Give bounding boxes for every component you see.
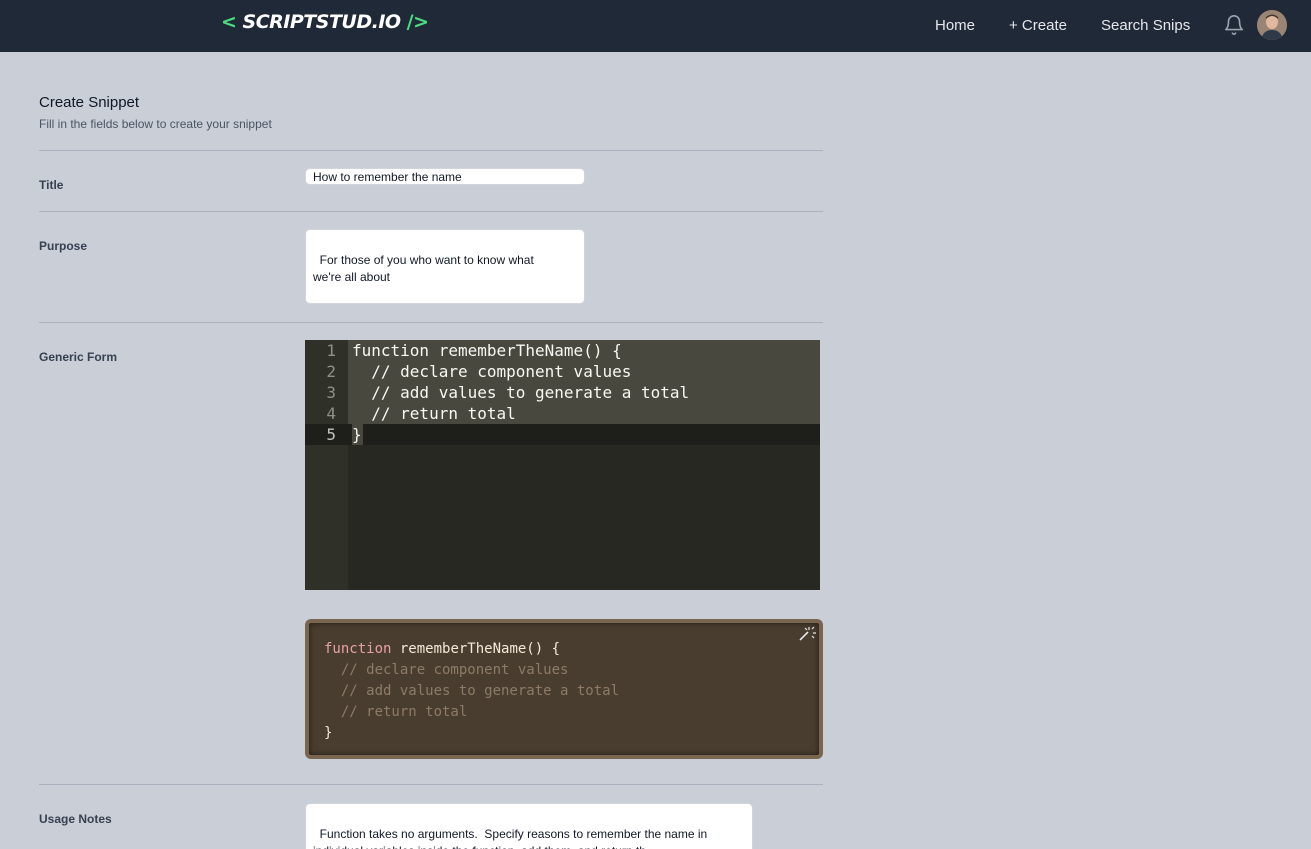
preview-keyword: function xyxy=(324,641,392,657)
line-number: 2 xyxy=(326,362,336,381)
line-number: 3 xyxy=(326,383,336,402)
divider xyxy=(39,211,823,212)
nav-home-link[interactable]: Home xyxy=(935,17,975,34)
logo-close-bracket: /> xyxy=(406,11,429,33)
logo[interactable]: < SCRIPTSTUD.IO /> xyxy=(221,11,429,33)
divider xyxy=(39,150,823,151)
nav-create-link[interactable]: + Create xyxy=(1009,17,1067,34)
purpose-text: For those of you who want to know what w… xyxy=(313,253,534,284)
nav-search-link[interactable]: Search Snips xyxy=(1101,17,1190,34)
logo-open-bracket: < xyxy=(221,11,237,33)
editor-active-line xyxy=(305,424,820,445)
preview-function-name: rememberTheName() { xyxy=(391,641,561,657)
preview-line: function rememberTheName() { xyxy=(324,639,560,660)
usage-notes-textarea[interactable]: Function takes no arguments. Specify rea… xyxy=(305,803,753,849)
page-title: Create Snippet xyxy=(39,94,140,111)
navbar: < SCRIPTSTUD.IO /> Home + Create Search … xyxy=(0,0,1311,52)
title-input[interactable] xyxy=(305,168,585,185)
code-line: // return total xyxy=(352,404,516,423)
line-number: 5 xyxy=(326,425,336,444)
code-preview: function rememberTheName() { // declare … xyxy=(305,619,823,759)
divider xyxy=(39,784,823,785)
purpose-textarea[interactable]: For those of you who want to know what w… xyxy=(305,229,585,304)
usage-notes-label: Usage Notes xyxy=(39,812,112,826)
logo-text: SCRIPTSTUD.IO xyxy=(242,11,402,33)
magic-wand-icon[interactable] xyxy=(797,625,817,643)
code-line: } xyxy=(352,425,362,444)
divider xyxy=(39,322,823,323)
generic-form-label: Generic Form xyxy=(39,350,118,364)
line-number: 1 xyxy=(326,341,336,360)
code-editor[interactable]: 1 2 3 4 5 function rememberTheName() { /… xyxy=(305,340,820,590)
bell-icon[interactable] xyxy=(1223,14,1245,36)
purpose-label: Purpose xyxy=(39,239,88,253)
preview-comment: // add values to generate a total xyxy=(324,683,620,699)
preview-comment: // declare component values xyxy=(324,662,569,678)
resize-handle-icon[interactable] xyxy=(575,294,582,301)
line-number: 4 xyxy=(326,404,336,423)
code-line: // add values to generate a total xyxy=(352,383,690,402)
code-line: // declare component values xyxy=(352,362,632,381)
avatar[interactable] xyxy=(1257,10,1287,40)
preview-line: } xyxy=(324,725,333,741)
title-label: Title xyxy=(39,178,64,192)
usage-notes-text: Function takes no arguments. Specify rea… xyxy=(313,827,708,849)
code-line: function rememberTheName() { xyxy=(352,341,622,360)
page-subtitle: Fill in the fields below to create your … xyxy=(39,117,272,131)
preview-comment: // return total xyxy=(324,704,468,720)
